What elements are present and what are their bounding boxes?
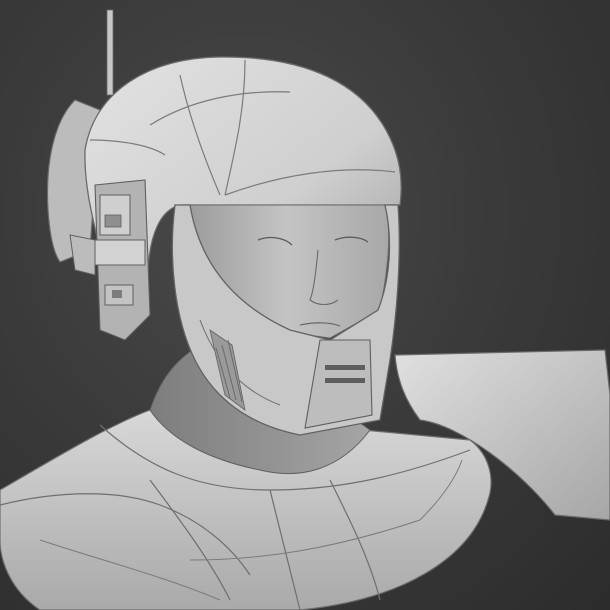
render-viewport[interactable] <box>0 0 610 610</box>
helmet-render <box>0 9 610 610</box>
antenna <box>106 9 114 96</box>
